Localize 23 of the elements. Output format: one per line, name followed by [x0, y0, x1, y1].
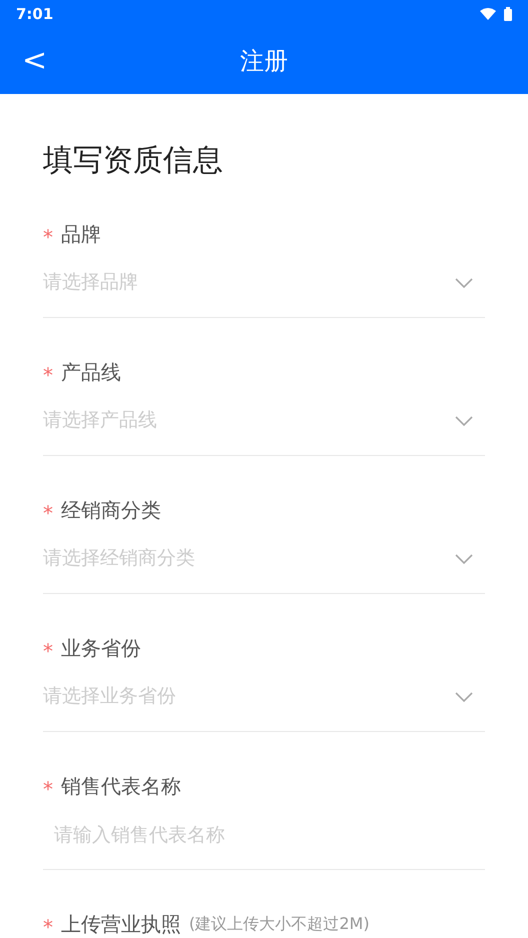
field-label: 上传营业执照: [61, 914, 181, 934]
required-mark: *: [43, 500, 53, 523]
chevron-down-icon: [455, 278, 473, 288]
field-label: 经销商分类: [61, 500, 161, 520]
form-heading: 填写资质信息: [43, 146, 224, 176]
field-label: 销售代表名称: [61, 776, 181, 796]
back-button[interactable]: <: [14, 46, 56, 76]
required-mark: *: [43, 638, 53, 661]
required-mark: *: [43, 362, 53, 385]
status-time: 7:01: [16, 4, 54, 25]
chevron-down-icon: [455, 692, 473, 702]
page-title: 注册: [240, 46, 288, 77]
field-label: 产品线: [61, 362, 121, 382]
chevron-down-icon: [455, 416, 473, 426]
field-hint: (建议上传大小不超过2M): [189, 916, 370, 932]
field-label: 品牌: [61, 224, 101, 244]
required-mark: *: [43, 224, 53, 247]
required-mark: *: [43, 776, 53, 799]
required-mark: *: [43, 914, 53, 937]
field-label: 业务省份: [61, 638, 141, 658]
battery-icon: [504, 7, 512, 21]
chevron-down-icon: [455, 554, 473, 564]
wifi-icon: [480, 8, 496, 20]
